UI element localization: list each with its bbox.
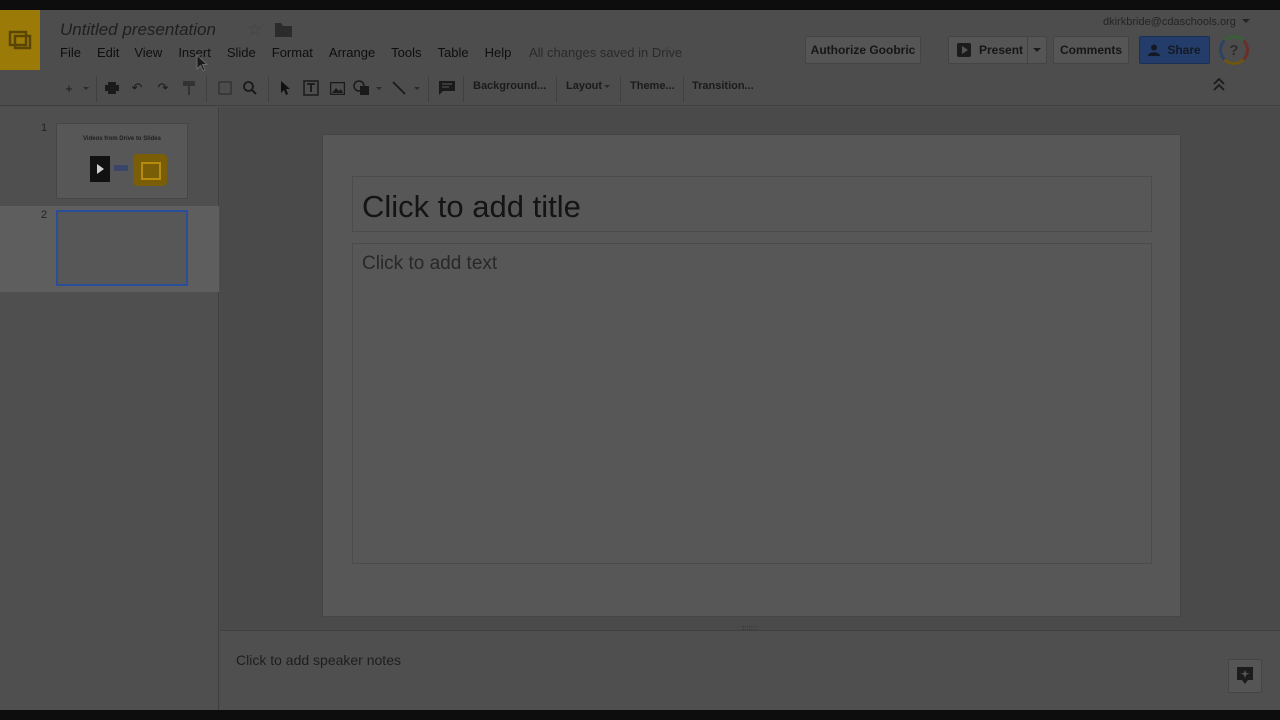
person-icon	[1148, 44, 1161, 56]
slide-number: 2	[41, 209, 48, 221]
folder-icon[interactable]	[275, 23, 292, 42]
shape-icon[interactable]	[351, 78, 373, 98]
line-caret-icon[interactable]	[410, 78, 422, 98]
menu-help[interactable]: Help	[485, 45, 512, 63]
chevron-down-icon	[1033, 48, 1041, 52]
menu-slide[interactable]: Slide	[227, 45, 256, 63]
undo-icon[interactable]: ↶	[126, 78, 148, 98]
transition-button[interactable]: Transition...	[692, 80, 754, 92]
menu-table[interactable]: Table	[438, 45, 469, 63]
menu-bar: File Edit View Insert Slide Format Arran…	[60, 45, 527, 63]
new-slide-caret-icon[interactable]	[78, 78, 92, 98]
collapse-toolbar-icon[interactable]	[1213, 77, 1225, 96]
account-caret-icon[interactable]	[1242, 19, 1250, 23]
menu-edit[interactable]: Edit	[97, 45, 119, 63]
video-film-icon	[90, 156, 110, 182]
select-cursor-icon[interactable]	[275, 78, 297, 98]
speaker-notes-input[interactable]: Click to add speaker notes	[236, 652, 401, 668]
share-label: Share	[1167, 43, 1201, 57]
background-button[interactable]: Background...	[473, 80, 546, 92]
present-options-button[interactable]	[1027, 36, 1047, 64]
menu-tools[interactable]: Tools	[391, 45, 421, 63]
print-icon[interactable]	[101, 78, 123, 98]
text-box-icon[interactable]	[300, 78, 322, 98]
menu-format[interactable]: Format	[272, 45, 313, 63]
menu-arrange[interactable]: Arrange	[329, 45, 375, 63]
slides-logo-icon	[8, 30, 32, 50]
shape-caret-icon[interactable]	[372, 78, 384, 98]
chevron-down-icon	[604, 84, 611, 88]
present-label: Present	[979, 43, 1024, 57]
theme-button[interactable]: Theme...	[630, 80, 675, 92]
slide-thumbnail-1[interactable]: Videos from Drive to Slides	[56, 123, 188, 199]
help-icon[interactable]: ?	[1219, 35, 1249, 65]
body-placeholder[interactable]: Click to add text	[352, 243, 1152, 564]
account-email[interactable]: dkirkbride@cdaschools.org	[1103, 16, 1236, 28]
present-button[interactable]: Present	[948, 36, 1028, 64]
menu-view[interactable]: View	[134, 45, 162, 63]
slide-filmstrip: 1 Videos from Drive to Slides 2	[0, 107, 219, 710]
line-icon[interactable]	[388, 78, 410, 98]
star-icon[interactable]: ☆	[247, 21, 262, 38]
comments-button[interactable]: Comments	[1053, 36, 1129, 64]
notes-resize-handle[interactable]	[742, 626, 758, 630]
doc-title[interactable]: Untitled presentation	[60, 20, 216, 40]
fit-zoom-icon[interactable]	[214, 78, 236, 98]
explore-icon	[1237, 667, 1253, 684]
zoom-icon[interactable]	[239, 78, 261, 98]
toolbar: + ↶ ↷ Background... Layout Theme... Tran…	[0, 70, 1280, 106]
slide-thumbnail-2[interactable]	[56, 210, 188, 286]
save-status[interactable]: All changes saved in Drive	[529, 45, 682, 60]
slide-number: 1	[41, 122, 48, 134]
explore-button[interactable]	[1228, 659, 1262, 693]
present-play-icon	[957, 43, 971, 57]
image-icon[interactable]	[326, 78, 348, 98]
layout-label: Layout	[566, 80, 603, 92]
slides-logo[interactable]	[0, 10, 40, 70]
comment-add-icon[interactable]	[436, 78, 458, 98]
app-window: Untitled presentation ☆ File Edit View I…	[0, 10, 1280, 710]
speaker-notes-panel: Click to add speaker notes	[220, 626, 1280, 710]
mouse-pointer-icon	[196, 53, 209, 77]
thumbnail-title: Videos from Drive to Slides	[83, 136, 161, 142]
slide-canvas[interactable]: Click to add title Click to add text	[322, 134, 1181, 617]
paint-format-icon[interactable]	[178, 78, 200, 98]
authorize-goobric-button[interactable]: Authorize Goobric	[805, 36, 921, 64]
menu-file[interactable]: File	[60, 45, 81, 63]
arrow-right-icon	[114, 165, 128, 171]
share-button[interactable]: Share	[1139, 36, 1210, 64]
slide-canvas-area: Click to add title Click to add text	[220, 107, 1280, 630]
app-header: Untitled presentation ☆ File Edit View I…	[0, 10, 1280, 70]
new-slide-icon[interactable]: +	[58, 78, 80, 98]
slides-logo-icon	[133, 154, 167, 186]
redo-icon[interactable]: ↷	[152, 78, 174, 98]
layout-button[interactable]: Layout	[566, 80, 611, 92]
title-placeholder[interactable]: Click to add title	[352, 176, 1152, 232]
